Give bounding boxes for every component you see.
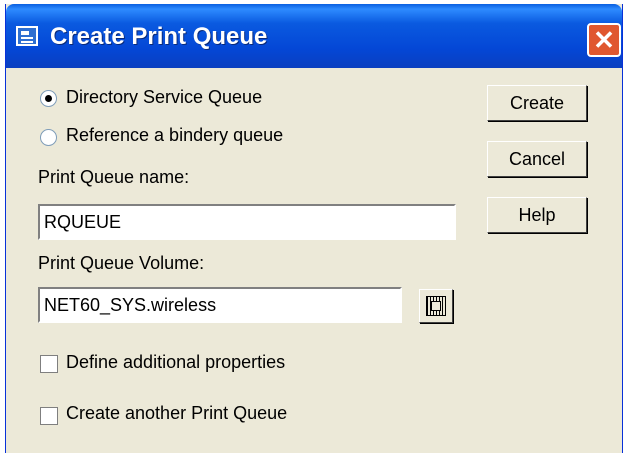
- cancel-button[interactable]: Cancel: [487, 141, 587, 177]
- radio-bindery-queue[interactable]: [40, 129, 57, 146]
- queue-volume-label: Print Queue Volume:: [38, 253, 205, 273]
- help-button[interactable]: Help: [487, 197, 587, 233]
- define-properties-label: Define additional properties: [66, 352, 286, 372]
- browse-tree-icon: [426, 296, 446, 316]
- title-bar[interactable]: Create Print Queue ✕: [6, 4, 622, 68]
- radio-directory-service-label: Directory Service Queue: [66, 87, 263, 107]
- radio-directory-service[interactable]: [40, 90, 57, 107]
- define-properties-checkbox[interactable]: [40, 355, 58, 373]
- create-another-checkbox[interactable]: [40, 407, 58, 425]
- dialog-window: Create Print Queue ✕ Directory Service Q…: [5, 4, 623, 453]
- queue-name-input[interactable]: RQUEUE: [38, 204, 456, 240]
- create-button[interactable]: Create: [487, 85, 587, 121]
- dialog-title: Create Print Queue: [50, 23, 268, 50]
- close-icon: ✕: [593, 25, 615, 55]
- queue-name-label: Print Queue name:: [38, 167, 190, 187]
- app-icon: [16, 26, 38, 46]
- radio-bindery-queue-label: Reference a bindery queue: [66, 125, 284, 145]
- browse-volume-button[interactable]: [419, 289, 453, 323]
- queue-volume-input[interactable]: NET60_SYS.wireless: [38, 287, 402, 323]
- close-button[interactable]: ✕: [587, 23, 621, 57]
- create-another-label: Create another Print Queue: [66, 403, 288, 423]
